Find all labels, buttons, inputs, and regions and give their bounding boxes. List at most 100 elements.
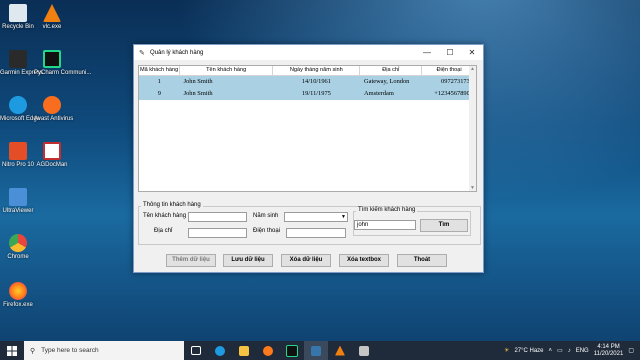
desktop-icon-label: Firefox.exe — [3, 302, 33, 308]
cell-id: 9 — [157, 90, 161, 97]
desktop-icon-label: AGDocMan — [36, 162, 68, 168]
system-tray: ☀ 27°C Haze ˄ ▭ ♪ ENG 4:14 PM 11/20/2021… — [504, 344, 640, 358]
column-header-birthdate[interactable]: Ngày tháng năm sinh — [273, 66, 361, 75]
nitro-icon — [9, 142, 27, 160]
agdocman-icon — [43, 142, 61, 160]
desktop-icon-recycle-bin[interactable]: Recycle Bin — [0, 4, 36, 31]
column-header-id[interactable]: Mã khách hàng — [139, 66, 181, 75]
firefox-icon — [9, 282, 27, 300]
delete-data-button[interactable]: Xóa dữ liệu — [281, 254, 331, 267]
search-input[interactable]: john — [354, 220, 416, 230]
python-icon — [311, 345, 321, 356]
start-button[interactable] — [0, 341, 24, 360]
pycharm-icon — [43, 50, 61, 68]
avast-icon — [43, 96, 61, 114]
taskbar-app[interactable] — [352, 341, 376, 360]
desktop-icon-ultraviewer[interactable]: UltraViewer — [0, 188, 36, 215]
cell-address: Amsterdam — [364, 90, 394, 97]
windows-icon — [7, 345, 17, 356]
scroll-up-icon[interactable]: ▲ — [469, 66, 476, 72]
clock-date: 11/20/2021 — [593, 350, 624, 357]
column-header-phone[interactable]: Điện thoại — [422, 66, 476, 75]
phone-label: Điện thoại — [253, 228, 281, 234]
maximize-button[interactable]: ☐ — [439, 45, 461, 60]
ultraviewer-icon — [9, 188, 27, 206]
taskbar-explorer[interactable] — [232, 341, 256, 360]
language-indicator[interactable]: ENG — [576, 348, 589, 354]
save-data-button[interactable]: Lưu dữ liệu — [223, 254, 273, 267]
desktop-icon-agdocman[interactable]: AGDocMan — [34, 142, 70, 169]
close-button[interactable]: ✕ — [461, 45, 483, 60]
add-data-button[interactable]: Thêm dữ liệu — [166, 254, 216, 267]
cell-birthdate: 19/11/1975 — [301, 90, 331, 97]
name-input[interactable] — [188, 212, 247, 222]
customer-manager-window: ✎ Quản lý khách hàng — ☐ ✕ Mã khách hàng… — [133, 44, 484, 273]
birthyear-label: Năm sinh — [253, 213, 279, 219]
task-view-button[interactable] — [184, 341, 208, 360]
recycle-bin-icon — [9, 4, 27, 22]
desktop-icon-label: Chrome — [7, 254, 29, 260]
notification-icon[interactable]: ▢ — [628, 347, 634, 354]
cell-name: John Smith — [183, 78, 213, 85]
desktop-icon-label: Nitro Pro 10 — [1, 162, 34, 168]
desktop-icon-avast[interactable]: Avast Antivirus — [34, 96, 74, 123]
title-bar[interactable]: ✎ Quản lý khách hàng — ☐ ✕ — [134, 45, 483, 60]
desktop-icon-nitro[interactable]: Nitro Pro 10 — [0, 142, 36, 169]
clear-textbox-button[interactable]: Xóa textbox — [339, 254, 389, 267]
cell-birthdate: 14/10/1961 — [301, 78, 331, 85]
table-row[interactable]: 1 John Smith 14/10/1961 Gateway, London … — [139, 76, 476, 88]
desktop-icon-label: vlc.exe — [42, 24, 62, 30]
column-header-address[interactable]: Địa chỉ — [360, 66, 423, 75]
customer-info-title: Thông tin khách hàng — [141, 202, 203, 208]
vertical-scrollbar[interactable]: ▲ ▼ — [469, 66, 476, 191]
taskbar-search-box[interactable]: ⚲ Type here to search — [24, 341, 184, 360]
vlc-icon — [335, 345, 345, 356]
taskbar-vlc[interactable] — [328, 341, 352, 360]
clock[interactable]: 4:14 PM 11/20/2021 — [594, 344, 624, 358]
desktop-icon-garmin[interactable]: Garmin Express — [0, 50, 43, 77]
customer-info-group: Thông tin khách hàng Tên khách hàng Địa … — [138, 202, 481, 245]
minimize-button[interactable]: — — [416, 45, 438, 60]
window-title: Quản lý khách hàng — [150, 49, 204, 56]
weather-icon: ☀ — [504, 348, 510, 354]
address-input[interactable] — [188, 228, 247, 238]
desktop-icon-label: UltraViewer — [2, 208, 34, 214]
table-row[interactable]: 9 John Smith 19/11/1975 Amsterdam +12345… — [139, 88, 476, 100]
taskbar-python[interactable] — [304, 341, 328, 360]
desktop-icon-pycharm[interactable]: PyCharm Communi... — [34, 50, 91, 77]
address-label: Địa chỉ — [154, 228, 173, 234]
scroll-down-icon[interactable]: ▼ — [469, 185, 476, 191]
app-icon — [359, 345, 369, 356]
search-group: Tìm kiếm khách hàng john Tìm — [353, 207, 471, 236]
cell-phone: 0972731732 — [441, 78, 473, 85]
customer-table[interactable]: Mã khách hàng Tên khách hàng Ngày tháng … — [138, 65, 477, 192]
garmin-icon — [9, 50, 27, 68]
search-button[interactable]: Tìm — [420, 219, 468, 232]
desktop-icon-label: Avast Antivirus — [34, 116, 74, 122]
volume-icon[interactable]: ♪ — [568, 348, 571, 354]
chevron-down-icon[interactable]: ▼ — [341, 213, 346, 221]
taskbar-pycharm[interactable] — [280, 341, 304, 360]
vlc-icon — [43, 4, 61, 22]
folder-icon — [239, 345, 249, 356]
chevron-up-icon[interactable]: ˄ — [549, 348, 553, 354]
desktop-icon-firefox[interactable]: Firefox.exe — [0, 282, 36, 309]
birthyear-combobox[interactable]: ▼ — [284, 212, 348, 222]
weather-text[interactable]: 27°C Haze — [514, 348, 543, 354]
phone-input[interactable] — [286, 228, 346, 238]
taskbar-firefox[interactable] — [256, 341, 280, 360]
desktop-icon-edge[interactable]: Microsoft Edge — [0, 96, 40, 123]
exit-button[interactable]: Thoát — [397, 254, 447, 267]
desktop-icon-chrome[interactable]: Chrome — [0, 234, 36, 261]
network-icon[interactable]: ▭ — [557, 347, 563, 354]
column-header-name[interactable]: Tên khách hàng — [180, 66, 274, 75]
cell-name: John Smith — [183, 90, 213, 97]
cell-id: 1 — [157, 78, 161, 85]
clock-time: 4:14 PM — [597, 343, 620, 350]
chrome-icon — [9, 234, 27, 252]
feather-icon: ✎ — [139, 50, 145, 57]
desktop-icon-vlc[interactable]: vlc.exe — [34, 4, 70, 31]
taskbar: ⚲ Type here to search ☀ 27°C Haze ˄ ▭ ♪ … — [0, 341, 640, 360]
taskbar-search-placeholder: Type here to search — [41, 347, 99, 354]
taskbar-edge[interactable] — [208, 341, 232, 360]
